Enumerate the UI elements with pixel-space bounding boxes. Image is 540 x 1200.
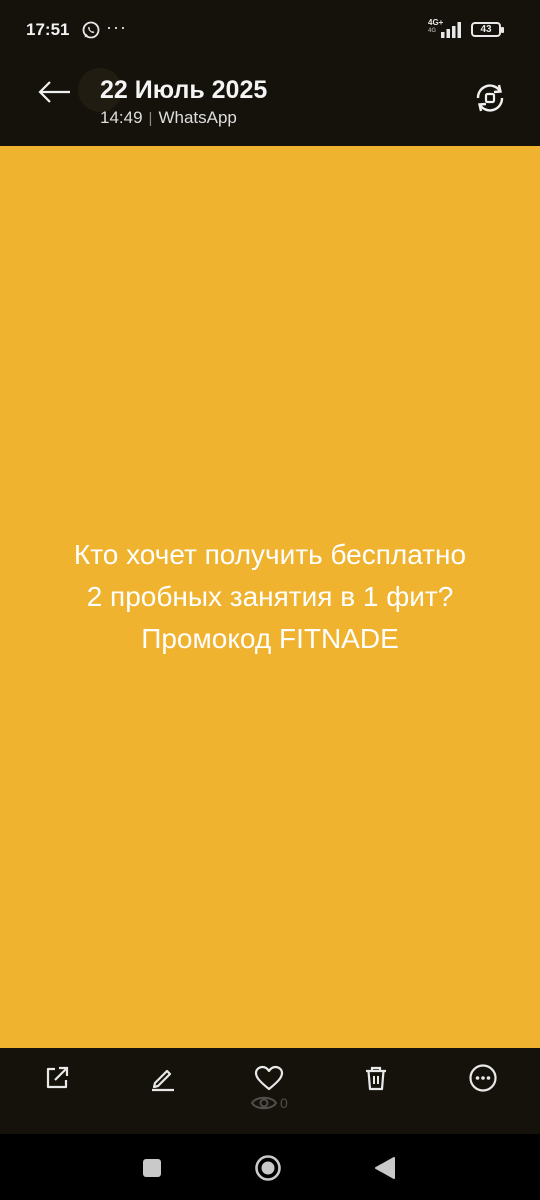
status-date: 22 Июль 2025: [100, 76, 268, 104]
notification-more-icon: ···: [106, 17, 127, 37]
square-icon[interactable]: [142, 1158, 162, 1178]
whatsapp-icon: [82, 21, 100, 39]
back-arrow-icon[interactable]: [32, 72, 76, 112]
triangle-icon[interactable]: [374, 1156, 396, 1180]
status-meta: 14:49 | WhatsApp: [100, 108, 237, 128]
pencil-icon[interactable]: [146, 1062, 178, 1094]
status-content[interactable]: Кто хочет получить бесплатно 2 пробных з…: [0, 146, 540, 1048]
eye-icon: [250, 1096, 278, 1110]
action-bar: 0: [0, 1048, 540, 1134]
system-navigation-bar: [0, 1134, 540, 1200]
status-text: Кто хочет получить бесплатно 2 пробных з…: [73, 539, 467, 654]
view-count[interactable]: 0: [250, 1092, 288, 1114]
status-viewer-header: 22 Июль 2025 14:49 | WhatsApp: [0, 60, 540, 146]
signal-icon: [441, 22, 461, 38]
circle-icon[interactable]: [254, 1154, 282, 1182]
status-bar: 17:51 ··· 4G+ 4G 43: [0, 0, 540, 60]
meta-separator: |: [148, 110, 153, 127]
rotate-icon[interactable]: [470, 78, 510, 118]
more-horizontal-icon[interactable]: [467, 1062, 499, 1094]
status-time-label: 14:49: [100, 108, 143, 127]
view-count-value: 0: [280, 1095, 288, 1111]
battery-indicator: 43: [471, 22, 504, 37]
share-icon[interactable]: [41, 1062, 73, 1094]
status-time: 17:51: [26, 20, 70, 39]
trash-icon[interactable]: [360, 1062, 392, 1094]
status-source: WhatsApp: [158, 108, 237, 127]
heart-icon[interactable]: [253, 1062, 285, 1094]
